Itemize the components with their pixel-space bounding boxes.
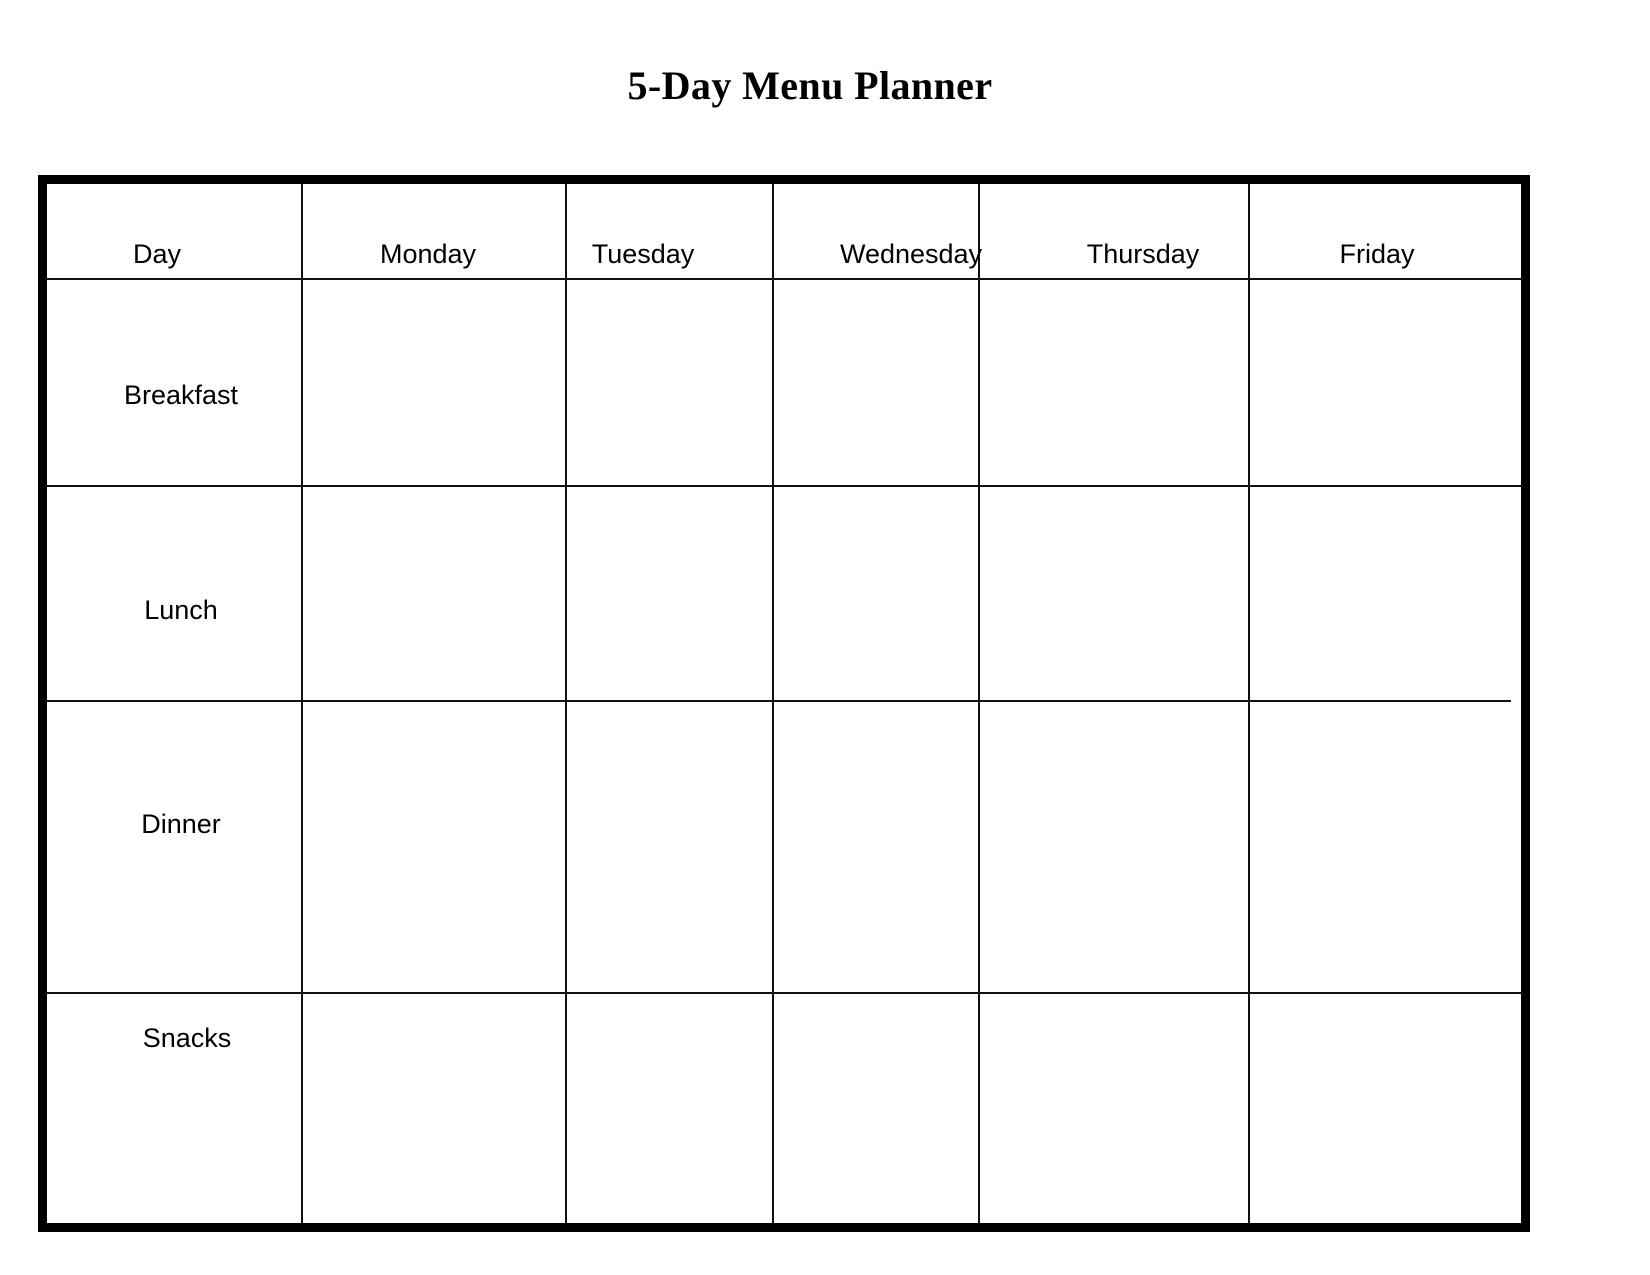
header-label-tuesday: Tuesday <box>591 239 695 269</box>
page-title: 5-Day Menu Planner <box>627 63 993 108</box>
cell-snacks-wednesday[interactable] <box>774 994 978 1223</box>
cell-lunch-monday[interactable] <box>303 487 565 700</box>
cell-snacks-tuesday[interactable] <box>567 994 772 1223</box>
cell-lunch-wednesday[interactable] <box>774 487 978 700</box>
row-label-breakfast: Breakfast <box>123 380 239 410</box>
cell-dinner-friday[interactable] <box>1250 702 1521 992</box>
cell-breakfast-thursday[interactable] <box>980 280 1248 485</box>
cell-dinner-wednesday[interactable] <box>774 702 978 992</box>
cell-breakfast-wednesday[interactable] <box>774 280 978 485</box>
planner-grid: Day Monday Tuesday Wednesday Thursday Fr… <box>47 184 1521 1223</box>
row-label-snacks: Snacks <box>142 1023 232 1053</box>
cell-snacks-thursday[interactable] <box>980 994 1248 1223</box>
cell-snacks-monday[interactable] <box>303 994 565 1223</box>
cell-breakfast-tuesday[interactable] <box>567 280 772 485</box>
header-label-wednesday: Wednesday <box>839 239 983 269</box>
header-label-day: Day <box>132 239 182 269</box>
header-label-friday: Friday <box>1339 239 1415 269</box>
row-label-dinner: Dinner <box>141 809 221 839</box>
cell-lunch-tuesday[interactable] <box>567 487 772 700</box>
cell-lunch-friday[interactable] <box>1250 487 1521 700</box>
cell-breakfast-monday[interactable] <box>303 280 565 485</box>
cell-lunch-thursday[interactable] <box>980 487 1248 700</box>
header-label-monday: Monday <box>379 239 477 269</box>
cell-breakfast-friday[interactable] <box>1250 280 1521 485</box>
cell-dinner-tuesday[interactable] <box>567 702 772 992</box>
menu-planner-table: Day Monday Tuesday Wednesday Thursday Fr… <box>38 175 1530 1232</box>
cell-snacks-friday[interactable] <box>1250 994 1521 1223</box>
header-label-thursday: Thursday <box>1086 239 1200 269</box>
cell-dinner-monday[interactable] <box>303 702 565 992</box>
cell-dinner-thursday[interactable] <box>980 702 1248 992</box>
row-label-lunch: Lunch <box>144 595 218 625</box>
